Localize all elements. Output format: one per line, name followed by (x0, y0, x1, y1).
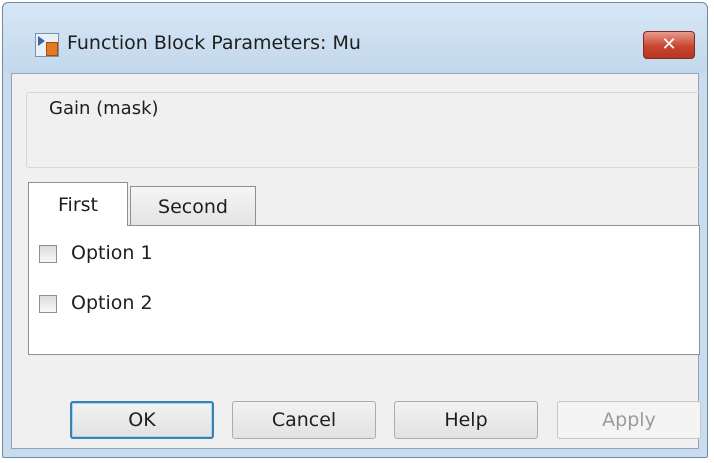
cancel-button[interactable]: Cancel (232, 401, 376, 439)
title-bar[interactable]: Function Block Parameters: Mu ✕ (3, 3, 707, 73)
dialog-window: Function Block Parameters: Mu ✕ Gain (ma… (2, 2, 708, 458)
tab-second[interactable]: Second (130, 186, 256, 226)
option-2-label: Option 2 (71, 292, 153, 314)
option-2-checkbox[interactable] (39, 295, 57, 313)
ok-button[interactable]: OK (70, 401, 214, 439)
group-title: Gain (mask) (45, 98, 163, 119)
apply-button: Apply (557, 401, 701, 439)
option-1-label: Option 1 (71, 242, 153, 264)
dialog-body: Gain (mask) Second First Option 1 Option… (11, 73, 702, 449)
window-title: Function Block Parameters: Mu (67, 32, 361, 54)
close-icon[interactable]: ✕ (643, 31, 695, 59)
tab-first[interactable]: First (28, 182, 128, 226)
tab-panel-first: Option 1 Option 2 (28, 225, 700, 355)
simulink-block-icon (35, 33, 59, 57)
mask-description-group: Gain (mask) (26, 92, 702, 168)
option-1-checkbox[interactable] (39, 245, 57, 263)
help-button[interactable]: Help (394, 401, 538, 439)
